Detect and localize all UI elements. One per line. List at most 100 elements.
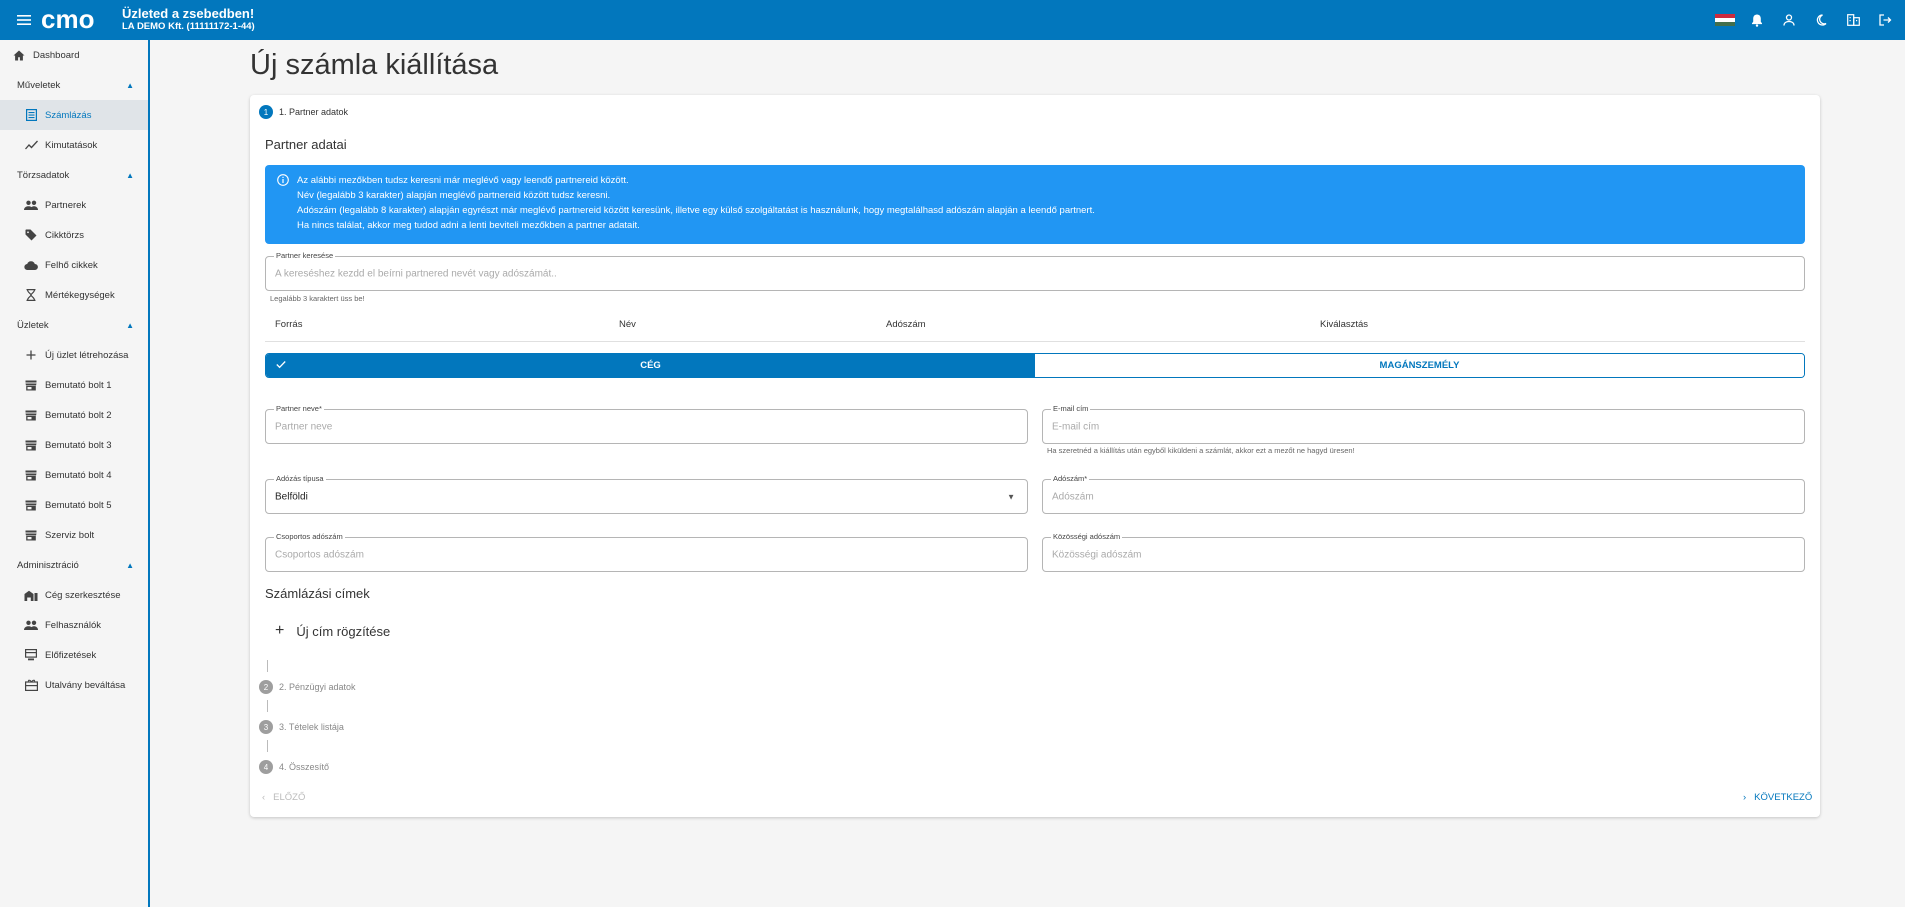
step-connector <box>267 700 268 712</box>
sidebar-item-label: Kimutatások <box>45 139 98 151</box>
step-number-badge: 4 <box>259 760 273 774</box>
alert-line: Név (legalább 3 karakter) alapján meglév… <box>297 190 611 201</box>
info-alert: Az alábbi mezőkben tudsz keresni már meg… <box>265 165 1805 244</box>
partner-name-field[interactable]: Partner neve* Partner neve <box>265 404 1028 444</box>
dark-mode-icon[interactable] <box>1805 0 1837 40</box>
flag-hu-icon[interactable] <box>1709 0 1741 40</box>
tax-type-select[interactable]: Adózás típusa Belföldi ▼ <box>265 474 1028 514</box>
step-label: 4. Összesítő <box>279 762 330 772</box>
field-label: Partner neve* <box>274 404 324 413</box>
check-icon <box>276 360 286 371</box>
bell-icon[interactable] <box>1741 0 1773 40</box>
company-icon[interactable] <box>1837 0 1869 40</box>
sidebar-item-kimutatasok[interactable]: Kimutatások <box>0 130 148 160</box>
step-number-badge: 2 <box>259 680 273 694</box>
step-connector <box>267 740 268 752</box>
step-connector <box>267 660 268 672</box>
field-label: Adózás típusa <box>274 474 326 483</box>
sidebar-item-label: Utalvány beváltása <box>45 679 126 691</box>
people-icon <box>24 198 38 212</box>
next-button[interactable]: › KÖVETKEZŐ <box>1743 792 1812 803</box>
sidebar-item-bolt-1[interactable]: Bemutató bolt 1 <box>0 370 148 400</box>
sidebar-item-utalvany-bevaltasa[interactable]: Utalvány beváltása <box>0 670 148 700</box>
chevron-up-icon: ▲ <box>126 170 134 180</box>
step-3-header[interactable]: 3 3. Tételek listája <box>259 720 344 734</box>
add-address-button[interactable]: + Új cím rögzítése <box>275 622 390 640</box>
table-header-source: Forrás <box>275 319 303 330</box>
toggle-label: MAGÁNSZEMÉLY <box>1379 360 1460 371</box>
email-hint: Ha szeretnéd a kiállítás után egyből kik… <box>1047 446 1355 455</box>
cmo-logo[interactable]: cmo <box>41 8 113 32</box>
chevron-left-icon: ‹ <box>262 792 266 803</box>
sidebar-item-label: Felhő cikkek <box>45 259 98 271</box>
step-number-badge: 3 <box>259 720 273 734</box>
sidebar-item-label: Felhasználók <box>45 619 101 631</box>
company-toggle-button[interactable]: CÉG <box>266 354 1035 377</box>
sidebar-item-label: Mértékegységek <box>45 289 115 301</box>
sidebar-item-label: Dashboard <box>33 49 80 61</box>
sidebar-item-bolt-2[interactable]: Bemutató bolt 2 <box>0 400 148 430</box>
sidebar-group-muveletek[interactable]: Műveletek ▲ <box>0 70 148 100</box>
sidebar-item-uj-uzlet[interactable]: Új üzlet létrehozása <box>0 340 148 370</box>
sidebar-item-mertekegysegek[interactable]: Mértékegységek <box>0 280 148 310</box>
sidebar-group-adminisztracio[interactable]: Adminisztráció ▲ <box>0 550 148 580</box>
cloud-icon <box>24 258 38 272</box>
sidebar-item-cikktorzs[interactable]: Cikktörzs <box>0 220 148 250</box>
sidebar-item-elofizetesek[interactable]: Előfizetések <box>0 640 148 670</box>
sidebar-item-bolt-3[interactable]: Bemutató bolt 3 <box>0 430 148 460</box>
tax-number-field[interactable]: Adószám* Adószám <box>1042 474 1805 514</box>
field-placeholder: Csoportos adószám <box>275 549 364 560</box>
billing-addresses-title: Számlázási címek <box>265 586 370 601</box>
account-icon[interactable] <box>1773 0 1805 40</box>
store-icon <box>24 498 38 512</box>
private-person-toggle-button[interactable]: MAGÁNSZEMÉLY <box>1035 354 1804 377</box>
field-label: Adószám* <box>1051 474 1090 483</box>
sidebar-item-ceg-szerkesztese[interactable]: Cég szerkesztése <box>0 580 148 610</box>
table-divider <box>265 341 1805 342</box>
search-hint: Legalább 3 karaktert üss be! <box>270 294 365 303</box>
step-number-badge: 1 <box>259 105 273 119</box>
sidebar-item-felhasznalok[interactable]: Felhasználók <box>0 610 148 640</box>
sidebar-group-torzsadatok[interactable]: Törzsadatok ▲ <box>0 160 148 190</box>
field-placeholder: Adószám <box>1052 491 1094 502</box>
sidebar-item-label: Új üzlet létrehozása <box>45 349 129 361</box>
sidebar-item-szerviz-bolt[interactable]: Szerviz bolt <box>0 520 148 550</box>
hamburger-menu-icon[interactable] <box>13 0 35 40</box>
step-label: 2. Pénzügyi adatok <box>279 682 356 692</box>
field-value: Belföldi <box>275 491 308 502</box>
step-1-header[interactable]: 1 1. Partner adatok <box>259 105 348 119</box>
email-field[interactable]: E-mail cím E-mail cím <box>1042 404 1805 444</box>
sidebar-group-label: Törzsadatok <box>17 169 70 181</box>
sidebar-item-bolt-4[interactable]: Bemutató bolt 4 <box>0 460 148 490</box>
field-placeholder: A kereséshez kezdd el beírni partnered n… <box>275 268 557 279</box>
partner-section-title: Partner adatai <box>265 137 347 152</box>
sidebar-item-felho-cikkek[interactable]: Felhő cikkek <box>0 250 148 280</box>
people-icon <box>24 618 38 632</box>
table-header-select: Kiválasztás <box>1320 319 1369 330</box>
step-4-header[interactable]: 4 4. Összesítő <box>259 760 329 774</box>
field-placeholder: Közösségi adószám <box>1052 549 1142 560</box>
previous-button[interactable]: ‹ ELŐZŐ <box>262 792 305 803</box>
sidebar-item-dashboard[interactable]: Dashboard <box>0 40 148 70</box>
sidebar-item-label: Cikktörzs <box>45 229 85 241</box>
community-tax-number-field[interactable]: Közösségi adószám Közösségi adószám <box>1042 532 1805 572</box>
sidebar-item-label: Szerviz bolt <box>45 529 95 541</box>
step-2-header[interactable]: 2 2. Pénzügyi adatok <box>259 680 356 694</box>
field-label: Közösségi adószám <box>1051 532 1123 541</box>
dropdown-arrow-icon: ▼ <box>1007 492 1015 501</box>
sidebar-group-uzletek[interactable]: Üzletek ▲ <box>0 310 148 340</box>
sidebar-item-szamlazas[interactable]: Számlázás <box>0 100 148 130</box>
partner-search-input[interactable]: Partner keresése A kereséshez kezdd el b… <box>265 251 1805 291</box>
subscription-icon <box>24 648 38 662</box>
sidebar-item-bolt-5[interactable]: Bemutató bolt 5 <box>0 490 148 520</box>
sidebar-item-partnerek[interactable]: Partnerek <box>0 190 148 220</box>
company-edit-icon <box>24 588 38 602</box>
trending-chart-icon <box>24 138 38 152</box>
field-label: E-mail cím <box>1051 404 1091 413</box>
group-tax-number-field[interactable]: Csoportos adószám Csoportos adószám <box>265 532 1028 572</box>
voucher-icon <box>24 678 38 692</box>
company-name: LA DEMO Kft. (11111172-1-44) <box>122 21 255 32</box>
table-header-name: Név <box>619 319 636 330</box>
logout-icon[interactable] <box>1869 0 1901 40</box>
home-icon <box>12 48 26 62</box>
